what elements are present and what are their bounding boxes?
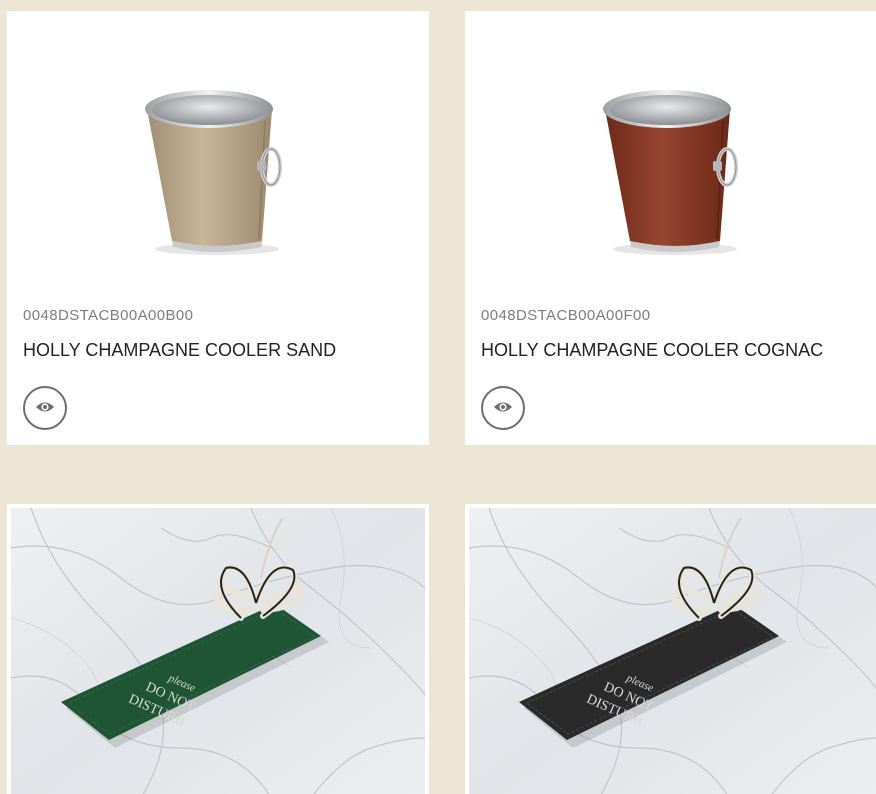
eye-icon	[36, 402, 54, 412]
product-code: 0048DSTACB00A00F00	[481, 307, 651, 324]
product-card[interactable]: 0048DSTACB00A00B00 HOLLY CHAMPAGNE COOLE…	[7, 11, 429, 445]
quick-view-button[interactable]	[23, 386, 67, 430]
product-image[interactable]	[465, 11, 876, 291]
product-image[interactable]: please DO NOT DISTURB	[11, 508, 425, 794]
product-image[interactable]	[7, 11, 429, 291]
product-card[interactable]: please DO NOT DISTURB	[465, 504, 876, 794]
product-image[interactable]: please DO NOT DISTURB	[469, 508, 876, 794]
product-title[interactable]: HOLLY CHAMPAGNE COOLER COGNAC	[481, 340, 823, 361]
product-code: 0048DSTACB00A00B00	[23, 307, 194, 324]
eye-icon	[494, 402, 512, 412]
product-title[interactable]: HOLLY CHAMPAGNE COOLER SAND	[23, 340, 336, 361]
product-card[interactable]: 0048DSTACB00A00F00 HOLLY CHAMPAGNE COOLE…	[465, 11, 876, 445]
product-card[interactable]: please DO NOT DISTURB	[7, 504, 429, 794]
quick-view-button[interactable]	[481, 386, 525, 430]
